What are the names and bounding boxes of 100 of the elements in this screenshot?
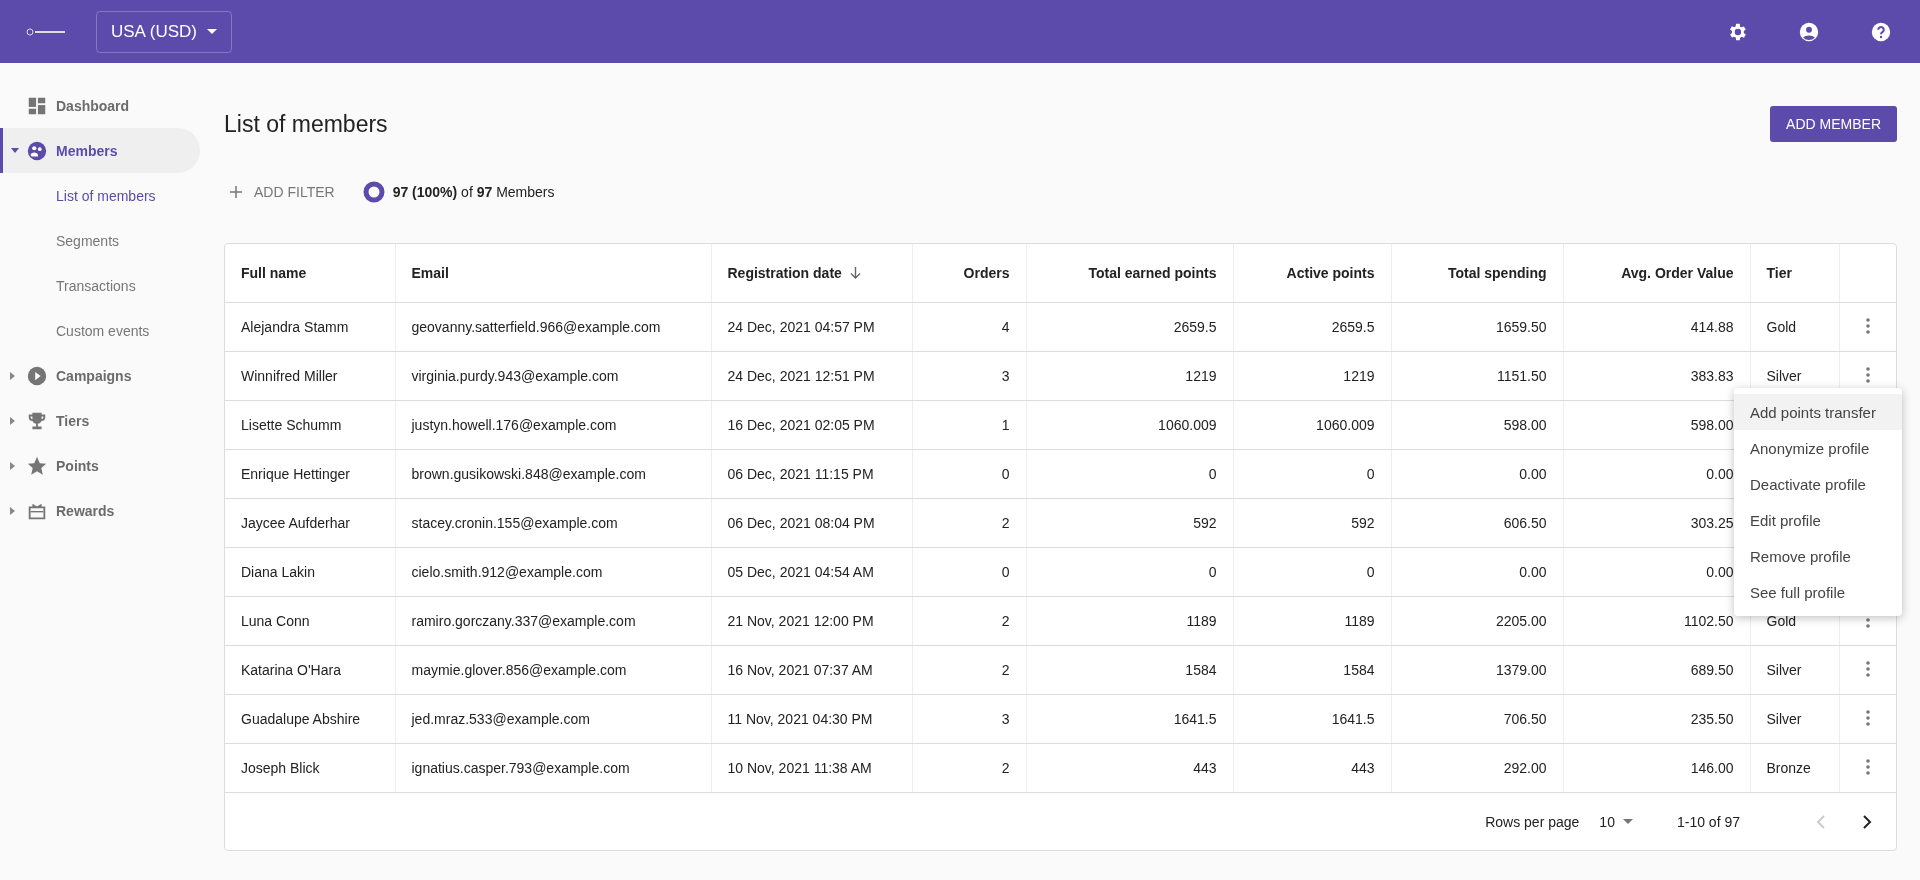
table-cell: 06 Dec, 2021 08:04 PM [711,498,912,548]
table-cell: 592 [1026,498,1233,548]
table-cell: brown.gusikowski.848@example.com [395,449,711,499]
tier-cell: Gold [1766,613,1797,629]
table-cell: 1060.009 [1233,400,1391,450]
table-cell: Alejandra Stamm [225,302,395,352]
table-cell: 2205.00 [1391,596,1563,646]
help-icon[interactable] [1870,20,1892,43]
table-cell: 4 [912,302,1026,352]
table-cell: 3 [912,694,1026,744]
table-cell: 16 Dec, 2021 02:05 PM [711,400,912,450]
column-header[interactable]: Full name [225,244,395,303]
table-cell: Luna Conn [225,596,395,646]
table-cell: stacey.cronin.155@example.com [395,498,711,548]
more-icon[interactable] [1865,709,1870,726]
rows-per-page-select[interactable]: 10 [1593,812,1639,831]
table-cell: 0 [912,449,1026,499]
sidebar-item[interactable]: Rewards [0,488,200,533]
sidebar-item[interactable]: Tiers [0,398,200,443]
menu-item[interactable]: Add points transfer [1734,394,1902,430]
add-filter-button[interactable]: ADD FILTER [224,184,341,200]
caret-icon [10,416,16,425]
caret-icon [10,461,16,470]
table-cell: geovanny.satterfield.966@example.com [395,302,711,352]
column-header[interactable]: Avg. Order Value [1563,244,1750,303]
caret-icon [10,147,19,154]
column-header[interactable]: Tier [1750,244,1839,303]
column-header[interactable]: Active points [1233,244,1391,303]
add-member-button[interactable]: ADD MEMBER [1770,106,1897,142]
table-cell: 146.00 [1563,743,1750,793]
more-icon[interactable] [1865,317,1870,334]
more-icon[interactable] [1865,366,1870,383]
currency-dropdown[interactable]: USA (USD) [96,10,232,53]
caret-icon [206,29,217,34]
table-cell: 0 [912,547,1026,597]
caret-icon [10,371,16,380]
column-header[interactable]: Email [395,244,711,303]
table-cell: Joseph Blick [225,743,395,793]
table-cell: 0.00 [1391,547,1563,597]
column-header[interactable]: Total spending [1391,244,1563,303]
sidebar-item[interactable]: Members [0,128,200,173]
table-cell: ramiro.gorczany.337@example.com [395,596,711,646]
table-cell: 443 [1026,743,1233,793]
tier-cell: Silver [1766,662,1802,678]
sidebar-subitem[interactable]: Transactions [0,263,200,308]
page-range: 1-10 of 97 [1676,813,1740,830]
table-cell: 706.50 [1391,694,1563,744]
table-cell: Katarina O'Hara [225,645,395,695]
table-cell: 1189 [1026,596,1233,646]
table-cell: 235.50 [1563,694,1750,744]
page-title: List of members [224,110,388,138]
people-icon [26,139,48,162]
tier-cell: Gold [1766,319,1797,335]
tier-cell: Bronze [1766,760,1811,776]
table-cell: 0 [1026,547,1233,597]
table-cell: Lisette Schumm [225,400,395,450]
more-icon[interactable] [1865,660,1870,677]
table-cell: 1379.00 [1391,645,1563,695]
sidebar-item[interactable]: Points [0,443,200,488]
next-page-icon[interactable] [1862,813,1872,830]
account-icon[interactable] [1798,20,1820,43]
sort-arrow-icon [849,267,861,279]
table-cell: 1584 [1026,645,1233,695]
table-cell: 592 [1233,498,1391,548]
sidebar-subitem[interactable]: Segments [0,218,200,263]
table-cell: 443 [1233,743,1391,793]
table-cell: Jaycee Aufderhar [225,498,395,548]
sidebar-subitem[interactable]: Custom events [0,308,200,353]
table-cell: 10 Nov, 2021 11:38 AM [711,743,912,793]
table-cell: 1189 [1233,596,1391,646]
member-count: 97 (100%) of 97 Members [392,184,555,200]
table-cell: 2 [912,498,1026,548]
table-cell: 2 [912,645,1026,695]
table-cell: 1641.5 [1233,694,1391,744]
table-cell: 0 [1233,547,1391,597]
table-cell: 24 Dec, 2021 12:51 PM [711,351,912,401]
table-cell: ignatius.casper.793@example.com [395,743,711,793]
table-cell: 606.50 [1391,498,1563,548]
sidebar-item[interactable]: Campaigns [0,353,200,398]
table-cell: jed.mraz.533@example.com [395,694,711,744]
caret-icon [1622,819,1633,824]
sidebar-subitem[interactable]: List of members [0,173,200,218]
table-cell: 1584 [1233,645,1391,695]
table-cell: 2659.5 [1233,302,1391,352]
column-header[interactable]: Registration date [711,244,912,303]
table-cell: 06 Dec, 2021 11:15 PM [711,449,912,499]
sidebar-item[interactable]: Dashboard [0,83,200,128]
plus-icon [230,186,242,198]
column-header[interactable]: Orders [912,244,1026,303]
column-header[interactable]: Total earned points [1026,244,1233,303]
more-icon[interactable] [1865,758,1870,775]
ring-icon [362,181,385,203]
caret-icon [10,506,16,515]
table-cell: 2 [912,743,1026,793]
table-cell: 0 [1026,449,1233,499]
table-cell: 2 [912,596,1026,646]
table-cell: justyn.howell.176@example.com [395,400,711,450]
table-cell: 05 Dec, 2021 04:54 AM [711,547,912,597]
table-cell: 0.00 [1391,449,1563,499]
table-cell: 414.88 [1563,302,1750,352]
